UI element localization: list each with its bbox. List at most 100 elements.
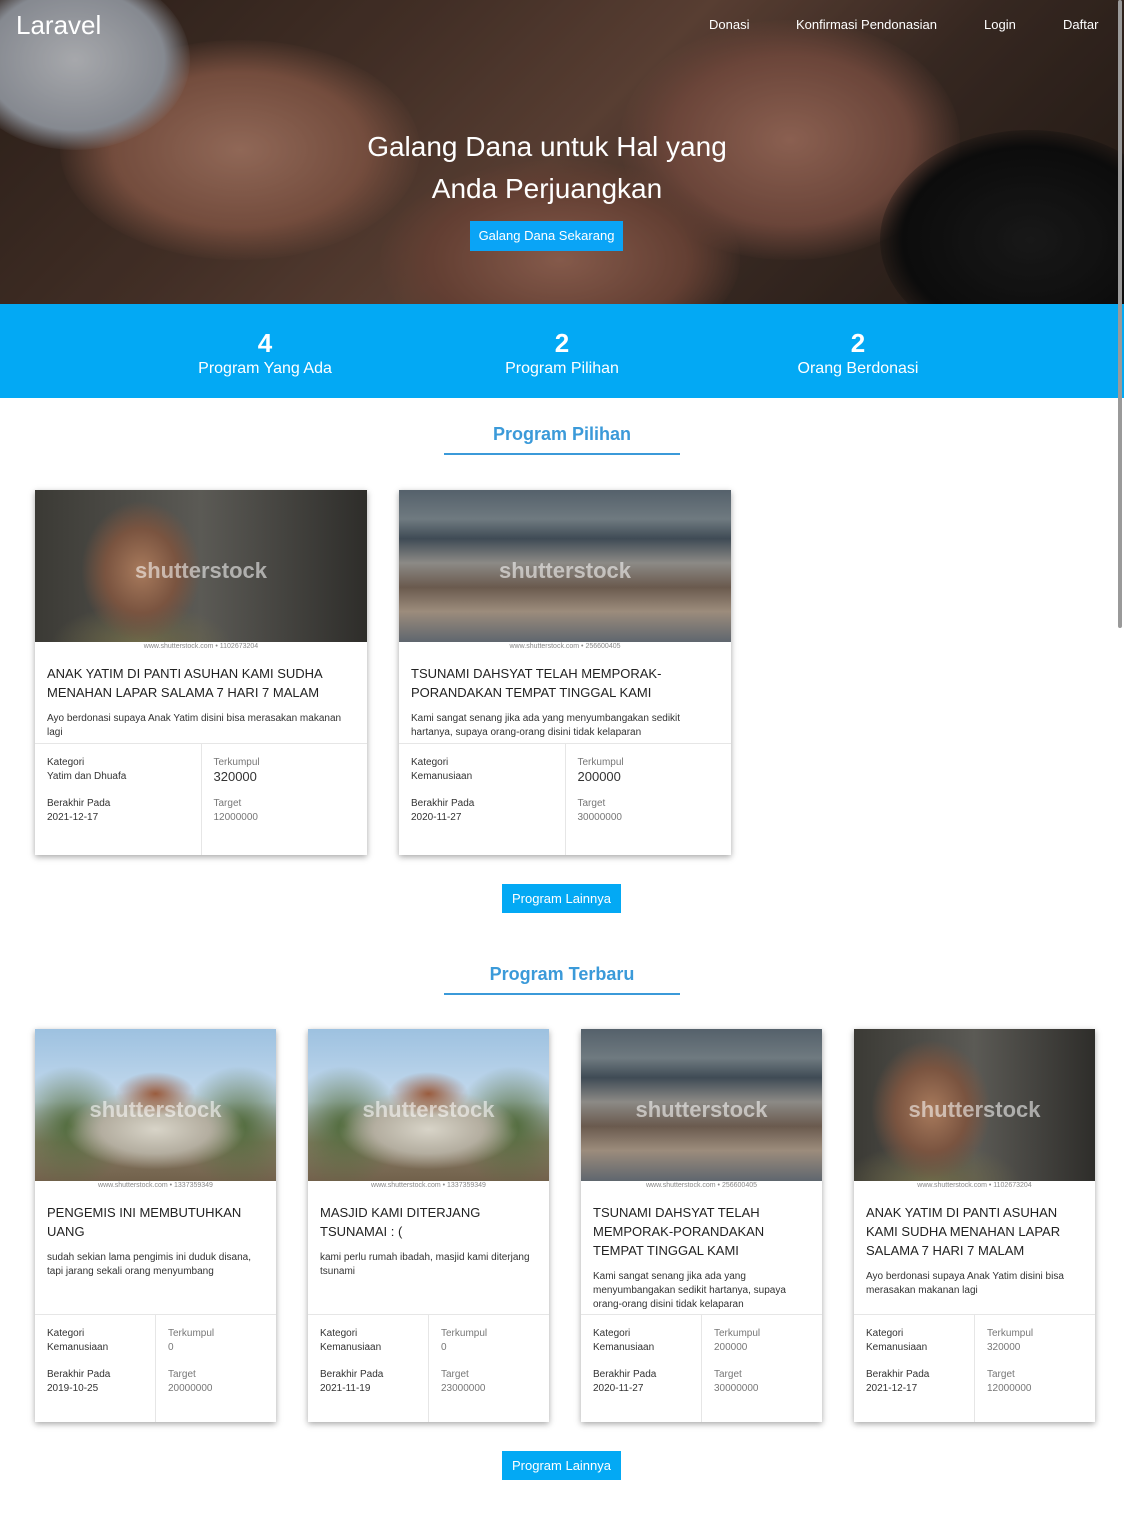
navbar: Laravel Donasi Konfirmasi Pendonasian Lo… [0,0,1124,52]
program-card[interactable]: shutterstock www.shutterstock.com • 11026… [35,490,367,855]
program-title[interactable]: ANAK YATIM DI PANTI ASUHAN KAMI SUDHA ME… [47,664,355,702]
berakhir-label: Berakhir Pada [866,1369,930,1380]
kategori-label: Kategori [47,757,85,768]
target-label: Target [168,1369,196,1380]
program-title[interactable]: PENGEMIS INI MEMBUTUHKAN UANG [47,1203,264,1241]
section-title-pilihan: Program Pilihan [444,424,680,455]
page-scrollbar[interactable] [1118,0,1122,628]
target-label: Target [441,1369,469,1380]
berakhir-value: 2021-12-17 [47,812,99,823]
watermark-text: shutterstock [908,1097,1041,1122]
kategori-label: Kategori [866,1328,904,1339]
kategori-value: Kemanusiaan [593,1342,655,1353]
program-meta: Kategori Kemanusiaan Berakhir Pada 2021-12-… [854,1314,1095,1422]
program-title[interactable]: ANAK YATIM DI PANTI ASUHAN KAMI SUDHA ME… [866,1203,1083,1260]
terkumpul-value: 320000 [213,769,257,784]
image-caption: www.shutterstock.com • 1337359349 [35,1181,276,1191]
nav-daftar[interactable]: Daftar [1063,17,1098,32]
program-card[interactable]: shutterstock www.shutterstock.com • 11026… [854,1029,1095,1422]
kategori-label: Kategori [47,1328,85,1339]
terkumpul-value: 0 [441,1342,447,1353]
program-description: Kami sangat senang jika ada yang menyumb… [411,713,681,738]
berakhir-value: 2019-10-25 [47,1383,99,1394]
program-image[interactable]: shutterstock www.shutterstock.com • 13373… [35,1029,276,1191]
target-value: 30000000 [714,1383,759,1394]
terkumpul-label: Terkumpul [213,757,260,768]
berakhir-value: 2020-11-27 [411,812,462,823]
stats-bar: 4 Program Yang Ada 2 Program Pilihan 2 O… [0,304,1124,398]
program-title[interactable]: MASJID KAMI DITERJANG TSUNAMAI : ( [320,1203,537,1241]
berakhir-value: 2020-11-27 [593,1383,644,1394]
target-value: 12000000 [213,812,259,823]
berakhir-value: 2021-12-17 [866,1383,918,1394]
program-card[interactable]: shutterstock www.shutterstock.com • 25660… [581,1029,822,1422]
program-image[interactable]: shutterstock www.shutterstock.com • 25660… [399,490,731,652]
stat-orang-berdonasi: 2 Orang Berdonasi [797,328,919,377]
program-lainnya-button[interactable]: Program Lainnya [502,884,621,913]
berakhir-label: Berakhir Pada [411,798,475,809]
program-card[interactable]: shutterstock www.shutterstock.com • 13373… [35,1029,276,1422]
program-description: sudah sekian lama pengimis ini duduk dis… [47,1252,252,1277]
watermark-text: shutterstock [89,1097,222,1122]
program-meta: Kategori Kemanusiaan Berakhir Pada 2020-11-… [581,1314,822,1422]
target-label: Target [714,1369,742,1380]
berakhir-label: Berakhir Pada [47,798,111,809]
terkumpul-label: Terkumpul [168,1328,215,1339]
terkumpul-value: 0 [168,1342,174,1353]
stat-program-ada: 4 Program Yang Ada [198,328,332,377]
galang-dana-button[interactable]: Galang Dana Sekarang [470,221,623,251]
program-image[interactable]: shutterstock www.shutterstock.com • 11026… [854,1029,1095,1191]
program-meta: Kategori Kemanusiaan Berakhir Pada 2020-11-… [399,743,731,855]
watermark-text: shutterstock [134,558,268,583]
terkumpul-value: 200000 [714,1342,748,1353]
program-meta: Kategori Kemanusiaan Berakhir Pada 2019-10-… [35,1314,276,1422]
target-value: 12000000 [987,1383,1032,1394]
terkumpul-label: Terkumpul [714,1328,761,1339]
berakhir-label: Berakhir Pada [320,1369,384,1380]
image-caption: www.shutterstock.com • 256600405 [399,642,731,652]
watermark-text: shutterstock [498,558,632,583]
image-caption: www.shutterstock.com • 1337359349 [308,1181,549,1191]
terkumpul-label: Terkumpul [577,757,624,768]
kategori-value: Kemanusiaan [320,1342,382,1353]
kategori-value: Kemanusiaan [866,1342,928,1353]
berakhir-label: Berakhir Pada [47,1369,111,1380]
kategori-label: Kategori [593,1328,631,1339]
nav-login[interactable]: Login [984,17,1016,32]
kategori-label: Kategori [411,757,449,768]
section-title-terbaru: Program Terbaru [444,964,680,995]
kategori-value: Yatim dan Dhuafa [47,771,127,782]
terkumpul-label: Terkumpul [441,1328,488,1339]
program-title[interactable]: TSUNAMI DAHSYAT TELAH MEMPORAK-PORANDAKA… [593,1203,810,1260]
nav-donasi[interactable]: Donasi [709,17,749,32]
terkumpul-value: 200000 [577,769,621,784]
target-label: Target [577,798,606,809]
watermark-text: shutterstock [635,1097,768,1122]
program-meta: Kategori Kemanusiaan Berakhir Pada 2021-11-… [308,1314,549,1422]
image-caption: www.shutterstock.com • 256600405 [581,1181,822,1191]
program-image[interactable]: shutterstock www.shutterstock.com • 25660… [581,1029,822,1191]
program-description: Kami sangat senang jika ada yang menyumb… [593,1271,786,1310]
program-image[interactable]: shutterstock www.shutterstock.com • 13373… [308,1029,549,1191]
program-meta: Kategori Yatim dan Dhuafa Berakhir Pada 202… [35,743,367,855]
target-value: 30000000 [577,812,623,823]
brand-logo[interactable]: Laravel [16,10,101,41]
program-lainnya-button[interactable]: Program Lainnya [502,1451,621,1480]
berakhir-value: 2021-11-19 [320,1383,371,1394]
target-label: Target [987,1369,1015,1380]
target-value: 20000000 [168,1383,213,1394]
image-caption: www.shutterstock.com • 1102673204 [854,1181,1095,1191]
kategori-label: Kategori [320,1328,358,1339]
program-description: Ayo berdonasi supaya Anak Yatim disini b… [866,1271,1064,1296]
hero-banner: Laravel Donasi Konfirmasi Pendonasian Lo… [0,0,1124,304]
program-description: kami perlu rumah ibadah, masjid kami dit… [320,1252,530,1277]
program-title[interactable]: TSUNAMI DAHSYAT TELAH MEMPORAK-PORANDAKA… [411,664,719,702]
terkumpul-value: 320000 [987,1342,1021,1353]
kategori-value: Kemanusiaan [411,771,473,782]
program-card[interactable]: shutterstock www.shutterstock.com • 25660… [399,490,731,855]
nav-konfirmasi[interactable]: Konfirmasi Pendonasian [796,17,937,32]
target-value: 23000000 [441,1383,486,1394]
program-image[interactable]: shutterstock www.shutterstock.com • 11026… [35,490,367,652]
program-card[interactable]: shutterstock www.shutterstock.com • 13373… [308,1029,549,1422]
program-description: Ayo berdonasi supaya Anak Yatim disini b… [47,713,342,738]
